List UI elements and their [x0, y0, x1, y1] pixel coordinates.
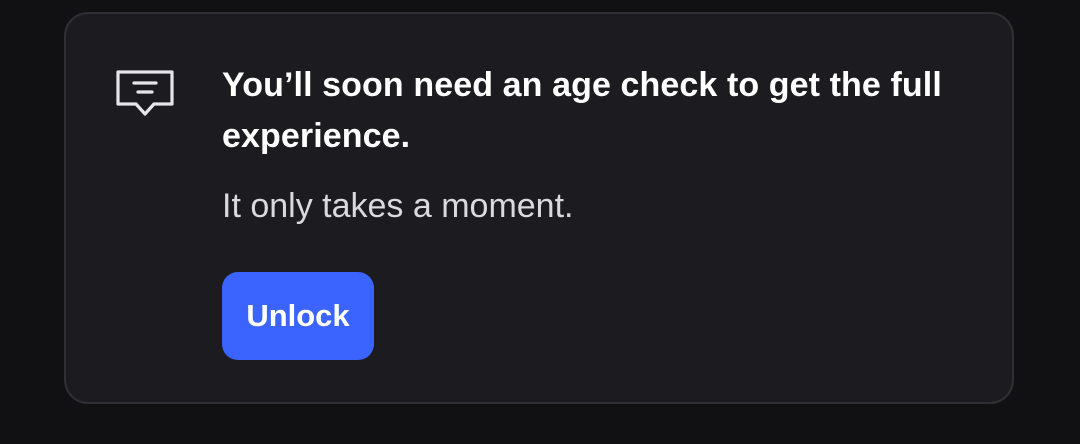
notice-content: You’ll soon need an age check to get the… [222, 60, 972, 228]
unlock-button[interactable]: Unlock [222, 272, 374, 360]
notice-subtitle: It only takes a moment. [222, 187, 574, 225]
age-check-notice-card: You’ll soon need an age check to get the… [64, 12, 1014, 404]
notice-title: You’ll soon need an age check to get the… [222, 66, 942, 155]
message-alert-icon [114, 66, 178, 126]
